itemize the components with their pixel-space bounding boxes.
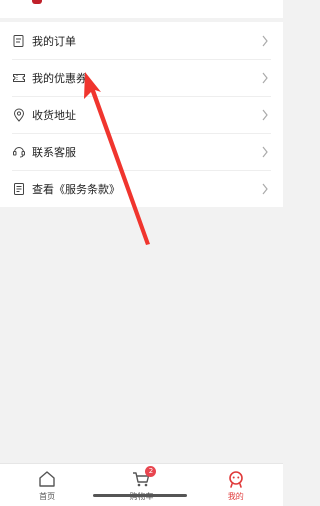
profile-menu: 我的订单 我的优惠券 收货地址 联系客服 查看《服务条款》 <box>0 22 283 207</box>
chevron-right-icon <box>262 146 268 157</box>
tab-label: 首页 <box>39 492 56 501</box>
header-logo-fragment <box>32 0 42 4</box>
chevron-right-icon <box>262 109 268 120</box>
menu-item-orders[interactable]: 我的订单 <box>0 22 283 59</box>
menu-item-customer-service[interactable]: 联系客服 <box>0 133 283 170</box>
order-list-icon <box>12 34 26 48</box>
header-strip <box>0 0 283 18</box>
menu-item-coupons[interactable]: 我的优惠券 <box>0 59 283 96</box>
menu-item-label: 收货地址 <box>32 108 76 122</box>
menu-item-label: 我的订单 <box>32 34 76 48</box>
bottom-tab-bar: 首页 2 购物车 我的 <box>0 463 283 506</box>
home-icon <box>39 471 55 487</box>
menu-item-label: 我的优惠券 <box>32 71 87 85</box>
profile-icon <box>229 471 243 488</box>
tab-cart[interactable]: 2 购物车 <box>94 464 188 506</box>
chevron-right-icon <box>262 35 268 46</box>
location-pin-icon <box>12 108 26 122</box>
chevron-right-icon <box>262 72 268 83</box>
menu-item-label: 联系客服 <box>32 145 76 159</box>
menu-item-address[interactable]: 收货地址 <box>0 96 283 133</box>
home-indicator <box>93 494 187 497</box>
tab-home[interactable]: 首页 <box>0 464 94 506</box>
coupon-icon <box>12 71 26 85</box>
document-icon <box>12 182 26 196</box>
cart-count-badge: 2 <box>145 466 157 477</box>
menu-item-label: 查看《服务条款》 <box>32 182 120 196</box>
customer-service-icon <box>12 145 26 159</box>
chevron-right-icon <box>262 183 268 194</box>
tab-profile[interactable]: 我的 <box>189 464 283 506</box>
menu-item-terms[interactable]: 查看《服务条款》 <box>0 170 283 207</box>
tab-label: 我的 <box>227 492 244 501</box>
